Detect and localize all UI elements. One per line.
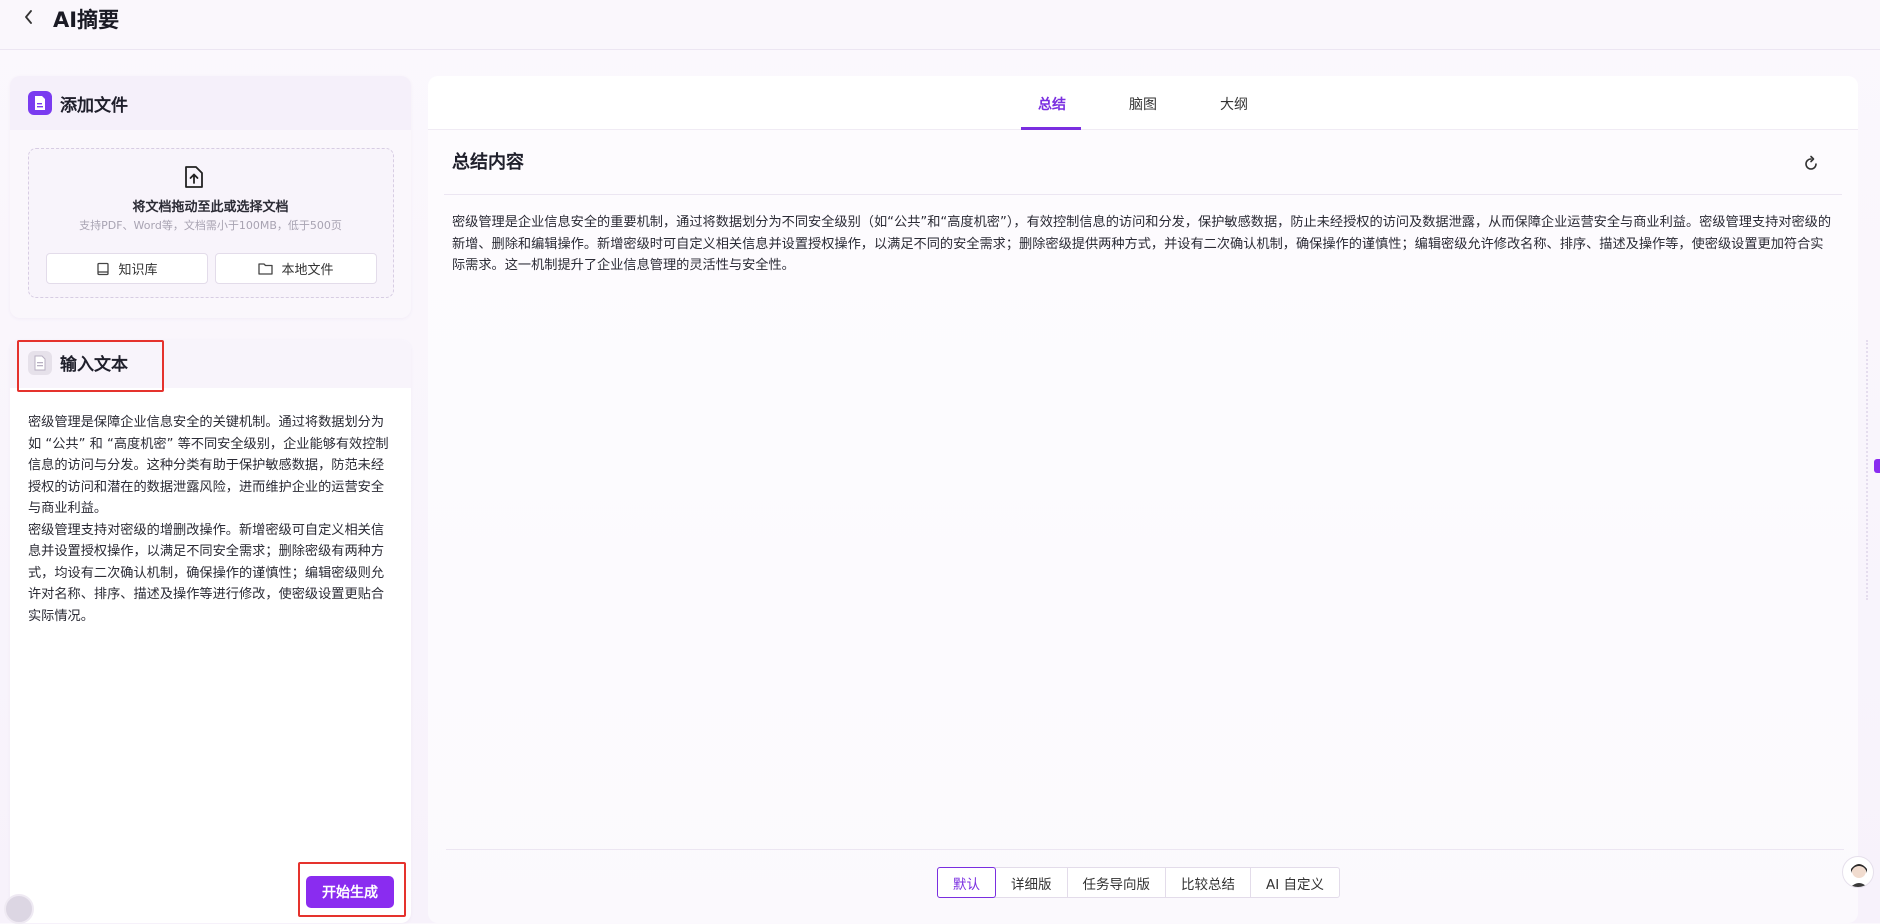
summary-divider xyxy=(444,194,1842,195)
back-button[interactable] xyxy=(18,6,40,28)
style-comparison[interactable]: 比较总结 xyxy=(1166,868,1251,897)
result-tabs: 总结 脑图 大纲 xyxy=(428,76,1858,130)
page-title: AI摘要 xyxy=(53,8,120,32)
input-textarea[interactable]: 密级管理是保障企业信息安全的关键机制。通过将数据划分为如 “公共” 和 “高度机… xyxy=(28,412,396,627)
summary-style-selector: 默认 详细版 任务导向版 比较总结 AI 自定义 xyxy=(937,867,1341,898)
style-default[interactable]: 默认 xyxy=(937,867,996,898)
input-text-title: 输入文本 xyxy=(60,355,128,375)
local-file-label: 本地文件 xyxy=(281,263,334,278)
side-scroll-track xyxy=(1866,340,1874,600)
assistant-avatar[interactable] xyxy=(1842,856,1874,888)
input-text-header: 输入文本 xyxy=(10,340,411,388)
person-avatar-icon xyxy=(1850,864,1868,887)
dropzone-title: 将文档拖动至此或选择文档 xyxy=(132,200,289,215)
local-file-button[interactable]: 本地文件 xyxy=(215,253,377,284)
start-generate-button[interactable]: 开始生成 xyxy=(306,876,394,908)
active-tab-indicator xyxy=(1021,127,1081,130)
style-task-oriented[interactable]: 任务导向版 xyxy=(1068,868,1166,897)
tab-summary[interactable]: 总结 xyxy=(1038,94,1066,114)
add-file-header: 添加文件 xyxy=(10,76,411,130)
style-ai-custom[interactable]: AI 自定义 xyxy=(1251,868,1339,897)
folder-icon xyxy=(258,263,274,275)
text-doc-icon xyxy=(28,351,52,375)
add-file-card: 添加文件 将文档拖动至此或选择文档 支持PDF、Word等，文档需小于100MB… xyxy=(10,76,411,318)
style-detailed[interactable]: 详细版 xyxy=(996,868,1068,897)
refresh-icon[interactable] xyxy=(1802,155,1820,173)
dropzone-hint: 支持PDF、Word等，文档需小于100MB，低于500页 xyxy=(79,219,342,232)
knowledge-base-label: 知识库 xyxy=(118,263,158,278)
chevron-left-icon xyxy=(25,10,32,24)
result-panel: 总结 脑图 大纲 总结内容 密级管理是企业信息安全的重要机制，通过将数据划分为不… xyxy=(428,76,1858,923)
knowledge-base-button[interactable]: 知识库 xyxy=(46,253,208,284)
add-file-title: 添加文件 xyxy=(60,96,128,116)
document-icon xyxy=(28,91,52,115)
summary-title: 总结内容 xyxy=(452,152,524,173)
summary-content: 密级管理是企业信息安全的重要机制，通过将数据划分为不同安全级别（如“公共”和“高… xyxy=(452,215,1832,273)
bottom-divider xyxy=(446,849,1844,850)
user-avatar[interactable] xyxy=(4,894,34,924)
book-icon xyxy=(97,262,110,275)
side-scroll-handle[interactable] xyxy=(1874,459,1880,473)
tab-mindmap[interactable]: 脑图 xyxy=(1129,94,1157,114)
tab-outline[interactable]: 大纲 xyxy=(1220,94,1248,114)
app-header: AI摘要 xyxy=(0,0,1880,50)
upload-file-icon xyxy=(185,166,203,188)
